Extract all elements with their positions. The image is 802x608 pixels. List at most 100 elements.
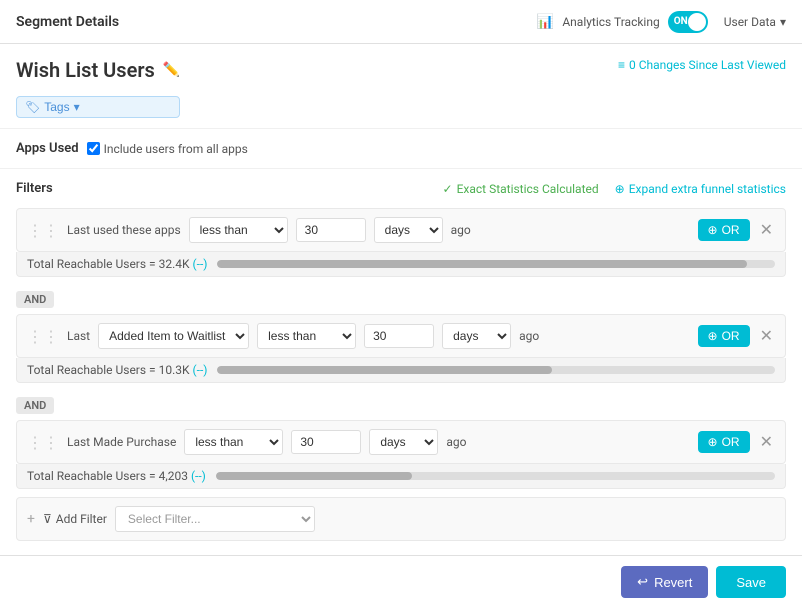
filters-title: Filters [16, 181, 53, 196]
drag-handle-3[interactable]: ⋮⋮ [27, 433, 59, 452]
or-label-3: OR [722, 435, 740, 449]
add-filter-text: Add Filter [56, 512, 107, 526]
plus-circle-icon: ⊕ [615, 182, 625, 196]
filter-group-3: ⋮⋮ Last Made Purchase less than greater … [16, 420, 786, 489]
include-all-apps-label[interactable]: Include users from all apps [87, 142, 248, 156]
funnel-icon: ⊽ [43, 512, 52, 526]
stats-text-1: Total Reachable Users = 32.4K (--) [27, 257, 207, 271]
expand-stats-label: Expand extra funnel statistics [629, 182, 786, 196]
plus-icon-3: ⊕ [708, 435, 718, 449]
filter-label-3: Last Made Purchase [67, 435, 176, 449]
header: Segment Details 📊 Analytics Tracking ON … [0, 0, 802, 44]
remove-button-3[interactable]: ✕ [758, 430, 775, 454]
stats-bar-3 [216, 472, 412, 480]
tags-button[interactable]: 🏷 Tags ▾ [16, 96, 180, 118]
title-row: Wish List Users ✏️ 🏷 Tags ▾ ≡ 0 Changes … [16, 58, 786, 118]
plus-icon-1: ⊕ [708, 223, 718, 237]
filter-unit-2[interactable]: days hours weeks [442, 323, 511, 349]
chart-icon: 📊 [537, 14, 554, 30]
stats-row-3: Total Reachable Users = 4,203 (--) [16, 464, 786, 489]
plus-icon-add: + [27, 511, 35, 527]
footer: ↩ Revert Save [0, 555, 802, 608]
filter-condition-1[interactable]: less than greater than exactly [189, 217, 288, 243]
or-button-2[interactable]: ⊕ OR [698, 325, 750, 347]
stats-row-2: Total Reachable Users = 10.3K (--) [16, 358, 786, 383]
filter-condition-2[interactable]: less than greater than exactly [257, 323, 356, 349]
stats-bar-1 [217, 260, 747, 268]
or-label-2: OR [722, 329, 740, 343]
filters-header: Filters ✓ Exact Statistics Calculated ⊕ … [16, 181, 786, 196]
stats-bar-container-2 [217, 366, 775, 374]
filter-condition-3[interactable]: less than greater than exactly [184, 429, 283, 455]
remove-button-1[interactable]: ✕ [758, 218, 775, 242]
edit-icon[interactable]: ✏️ [163, 62, 180, 78]
or-button-3[interactable]: ⊕ OR [698, 431, 750, 453]
changes-link[interactable]: ≡ 0 Changes Since Last Viewed [618, 58, 786, 72]
stats-row-1: Total Reachable Users = 32.4K (--) [16, 252, 786, 277]
title-area: Wish List Users ✏️ 🏷 Tags ▾ ≡ 0 Changes … [0, 44, 802, 129]
filter-ago-2: ago [519, 329, 539, 343]
tags-chevron-icon: ▾ [74, 100, 80, 114]
apps-used-label: Apps Used [16, 141, 79, 156]
exact-stats: ✓ Exact Statistics Calculated [443, 182, 599, 196]
filter-event-2[interactable]: Added Item to Waitlist Made Purchase [98, 323, 249, 349]
stats-link-3[interactable]: (--) [191, 469, 206, 483]
toggle-on-label: ON [674, 16, 688, 27]
add-filter-row: + ⊽ Add Filter Select Filter... [16, 497, 786, 541]
filters-section: Filters ✓ Exact Statistics Calculated ⊕ … [0, 169, 802, 541]
stats-text-3: Total Reachable Users = 4,203 (--) [27, 469, 206, 483]
filter-value-3[interactable] [291, 430, 361, 454]
drag-handle-2[interactable]: ⋮⋮ [27, 327, 59, 346]
include-all-apps-checkbox[interactable] [87, 142, 100, 155]
filter-row-2: ⋮⋮ Last Added Item to Waitlist Made Purc… [16, 314, 786, 358]
drag-handle-1[interactable]: ⋮⋮ [27, 221, 59, 240]
include-all-apps-text: Include users from all apps [104, 142, 248, 156]
tag-icon: 🏷 [25, 100, 40, 114]
and-connector-2: AND [16, 391, 786, 420]
chevron-down-icon: ▾ [780, 15, 786, 29]
revert-button[interactable]: ↩ Revert [621, 566, 708, 598]
filter-label-2: Last [67, 329, 90, 343]
toggle-knob [688, 13, 706, 31]
checkmark-icon: ✓ [443, 182, 453, 196]
header-right: 📊 Analytics Tracking ON User Data ▾ [537, 11, 786, 33]
changes-text: 0 Changes Since Last Viewed [629, 58, 786, 72]
save-button[interactable]: Save [716, 566, 786, 598]
stats-link-2[interactable]: (--) [193, 363, 208, 377]
remove-button-2[interactable]: ✕ [758, 324, 775, 348]
revert-label: Revert [654, 575, 692, 590]
stats-text-2: Total Reachable Users = 10.3K (--) [27, 363, 207, 377]
filter-group-2: ⋮⋮ Last Added Item to Waitlist Made Purc… [16, 314, 786, 383]
revert-icon: ↩ [637, 574, 648, 590]
analytics-toggle[interactable]: ON [668, 11, 708, 33]
segment-title: Wish List Users [16, 58, 155, 82]
filter-unit-1[interactable]: days hours weeks [374, 217, 443, 243]
filters-meta: ✓ Exact Statistics Calculated ⊕ Expand e… [443, 182, 786, 196]
expand-stats-button[interactable]: ⊕ Expand extra funnel statistics [615, 182, 786, 196]
add-filter-label: ⊽ Add Filter [43, 512, 107, 526]
stats-bar-container-1 [217, 260, 775, 268]
plus-icon-2: ⊕ [708, 329, 718, 343]
analytics-tracking: 📊 Analytics Tracking ON [537, 11, 708, 33]
user-data-button[interactable]: User Data ▾ [724, 15, 786, 29]
segment-title-container: Wish List Users ✏️ [16, 58, 180, 82]
stats-bar-2 [217, 366, 552, 374]
and-badge-1: AND [16, 291, 54, 308]
stats-link-1[interactable]: (--) [193, 257, 208, 271]
main-content: Wish List Users ✏️ 🏷 Tags ▾ ≡ 0 Changes … [0, 44, 802, 608]
filter-ago-3: ago [446, 435, 466, 449]
stats-bar-container-3 [216, 472, 775, 480]
filter-ago-1: ago [451, 223, 471, 237]
and-connector-1: AND [16, 285, 786, 314]
filter-label-1: Last used these apps [67, 223, 181, 237]
analytics-label: Analytics Tracking [562, 15, 659, 29]
exact-stats-label: Exact Statistics Calculated [457, 182, 599, 196]
user-data-label: User Data [724, 15, 776, 29]
or-button-1[interactable]: ⊕ OR [698, 219, 750, 241]
page-header-title: Segment Details [16, 14, 119, 30]
filter-unit-3[interactable]: days hours weeks [369, 429, 438, 455]
filter-value-2[interactable] [364, 324, 434, 348]
filter-value-1[interactable] [296, 218, 366, 242]
filter-row-3: ⋮⋮ Last Made Purchase less than greater … [16, 420, 786, 464]
add-filter-select[interactable]: Select Filter... [115, 506, 315, 532]
